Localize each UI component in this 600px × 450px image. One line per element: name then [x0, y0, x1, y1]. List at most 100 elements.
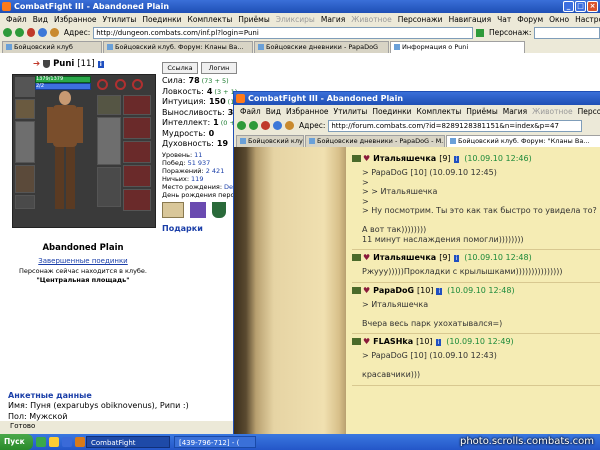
back-arrow-icon[interactable]: [237, 121, 246, 130]
word-icon[interactable]: [62, 437, 72, 447]
browser-tab[interactable]: Бойцовские дневники - PapaDoG - M...: [305, 135, 445, 147]
amulet-slot[interactable]: [15, 99, 35, 119]
refresh-icon[interactable]: [38, 28, 48, 37]
post-author[interactable]: Итальяшечка: [373, 154, 436, 163]
character-name[interactable]: Puni: [53, 59, 74, 69]
browser-tab[interactable]: Бойцовский клуб. Форум: "Кланы Ва...: [446, 135, 600, 147]
menu-item[interactable]: Окно: [549, 14, 569, 25]
post-level: [10]: [417, 285, 434, 295]
menu-item[interactable]: Персона: [578, 106, 600, 117]
menu-item[interactable]: Поединки: [142, 14, 181, 25]
menu-item[interactable]: Вид: [266, 106, 281, 117]
menu-item[interactable]: Настройки: [575, 14, 600, 25]
menu-item[interactable]: Эликсиры: [276, 14, 315, 25]
info-icon[interactable]: i: [453, 255, 460, 262]
menu-item[interactable]: Утилиты: [334, 106, 368, 117]
shield-gift-icon[interactable]: [212, 202, 226, 218]
back-arrow-icon[interactable]: [3, 28, 12, 37]
back-window-title: CombatFight III - Abandoned Plain: [14, 2, 170, 11]
ring-icon[interactable]: [114, 79, 126, 90]
gloves-slot[interactable]: [97, 95, 121, 115]
menu-item[interactable]: Чат: [497, 14, 511, 25]
menu-item[interactable]: Приёмы: [238, 14, 269, 25]
scroll-slot[interactable]: [123, 95, 151, 115]
weapon-slot-right[interactable]: [97, 117, 121, 165]
menu-item[interactable]: Комплекты: [188, 14, 233, 25]
info-icon[interactable]: i: [97, 61, 104, 68]
stop-icon[interactable]: [261, 121, 270, 130]
bio-gender: Пол: Мужской: [8, 412, 68, 421]
menu-item[interactable]: Поединки: [372, 106, 411, 117]
finished-fights-link[interactable]: Завершенные поединки: [0, 257, 166, 265]
browser-tab[interactable]: Бойцовский клуб. Форум: Кланы Ва...: [103, 41, 253, 53]
menu-item[interactable]: Приёмы: [466, 106, 497, 117]
menu-item[interactable]: Форум: [517, 14, 543, 25]
info-icon[interactable]: i: [453, 156, 460, 163]
ring-icon[interactable]: [97, 79, 108, 90]
character-search-input[interactable]: [534, 26, 600, 39]
im-icon[interactable]: [36, 437, 46, 447]
menu-item[interactable]: Утилиты: [103, 14, 137, 25]
menu-item[interactable]: Избранное: [54, 14, 97, 25]
maximize-icon[interactable]: □: [575, 1, 586, 12]
heart-icon: ♥: [363, 337, 371, 346]
spell-slot[interactable]: [123, 165, 151, 187]
home-icon[interactable]: [285, 121, 294, 130]
armor-slot[interactable]: [15, 165, 35, 193]
menu-item[interactable]: Вид: [33, 14, 48, 25]
helmet-slot[interactable]: [15, 77, 35, 97]
info-icon[interactable]: i: [435, 339, 442, 346]
browser-tab[interactable]: Бойцовский клуб: [2, 41, 102, 53]
menu-item[interactable]: Животное: [351, 14, 391, 25]
post-author[interactable]: Итальяшечка: [373, 253, 436, 262]
post-author[interactable]: FLASHka: [373, 337, 413, 346]
spell-slot[interactable]: [123, 189, 151, 211]
menu-item[interactable]: Магия: [321, 14, 345, 25]
login-button[interactable]: Логин: [201, 62, 237, 74]
menu-item[interactable]: Файл: [6, 14, 27, 25]
scroll-gift-icon[interactable]: [162, 202, 184, 218]
crest-gift-icon[interactable]: [190, 202, 206, 218]
post-divider: [352, 333, 600, 334]
stop-icon[interactable]: [26, 28, 36, 37]
post-line: А вот так)))))))): [362, 225, 427, 234]
bio-title: Анкетные данные: [8, 391, 92, 400]
menu-item[interactable]: Навигация: [449, 14, 492, 25]
boots-slot[interactable]: [97, 167, 121, 207]
menu-item[interactable]: Избранное: [286, 106, 329, 117]
browser-tab[interactable]: Информация о Puni: [390, 41, 525, 53]
spell-slot[interactable]: [123, 141, 151, 163]
spell-slot[interactable]: [123, 117, 151, 139]
link-button[interactable]: Ссылка: [162, 62, 198, 74]
browser-tab[interactable]: Бойцовские дневники - PapaDoG: [254, 41, 389, 53]
menu-item[interactable]: Файл: [240, 106, 261, 117]
start-button[interactable]: Пуск: [0, 434, 33, 450]
menu-item[interactable]: Персонажи: [398, 14, 443, 25]
info-icon[interactable]: i: [436, 287, 443, 295]
ring-icon[interactable]: [132, 79, 144, 90]
gifts-link[interactable]: Подарки: [162, 224, 203, 233]
belt-slot[interactable]: [15, 195, 35, 209]
weapon-slot-left[interactable]: [15, 121, 35, 163]
front-menubar: Файл Вид Избранное Утилиты Поединки Комплекты…: [234, 106, 600, 117]
home-icon[interactable]: [50, 28, 59, 37]
task-icq[interactable]: [439-796-712] - (: [174, 436, 256, 448]
app-icon[interactable]: [75, 437, 85, 447]
forward-arrow-icon[interactable]: [249, 121, 258, 130]
close-icon[interactable]: ×: [587, 1, 598, 12]
task-combatfight[interactable]: CombatFight: [86, 436, 170, 448]
menu-item[interactable]: Животное: [532, 106, 572, 117]
browser-tab[interactable]: Бойцовский клуб: [236, 135, 304, 147]
go-icon[interactable]: [476, 28, 484, 37]
menu-item[interactable]: Комплекты: [417, 106, 462, 117]
post-author[interactable]: PapaDoG: [373, 286, 414, 295]
front-window-titlebar[interactable]: CombatFight III - Abandoned Plain: [234, 92, 600, 105]
back-address-bar[interactable]: http://dungeon.combats.com/inf.pl?login=…: [93, 26, 474, 39]
refresh-icon[interactable]: [273, 121, 282, 130]
browser-icon[interactable]: [49, 437, 59, 447]
minimize-icon[interactable]: _: [563, 1, 574, 12]
back-window-titlebar[interactable]: CombatFight III - Abandoned Plain _ □ ×: [0, 0, 600, 13]
menu-item[interactable]: Магия: [503, 106, 527, 117]
forward-arrow-icon[interactable]: [14, 28, 24, 37]
front-address-bar[interactable]: http://forum.combats.com/?id=82891283811…: [328, 119, 583, 132]
